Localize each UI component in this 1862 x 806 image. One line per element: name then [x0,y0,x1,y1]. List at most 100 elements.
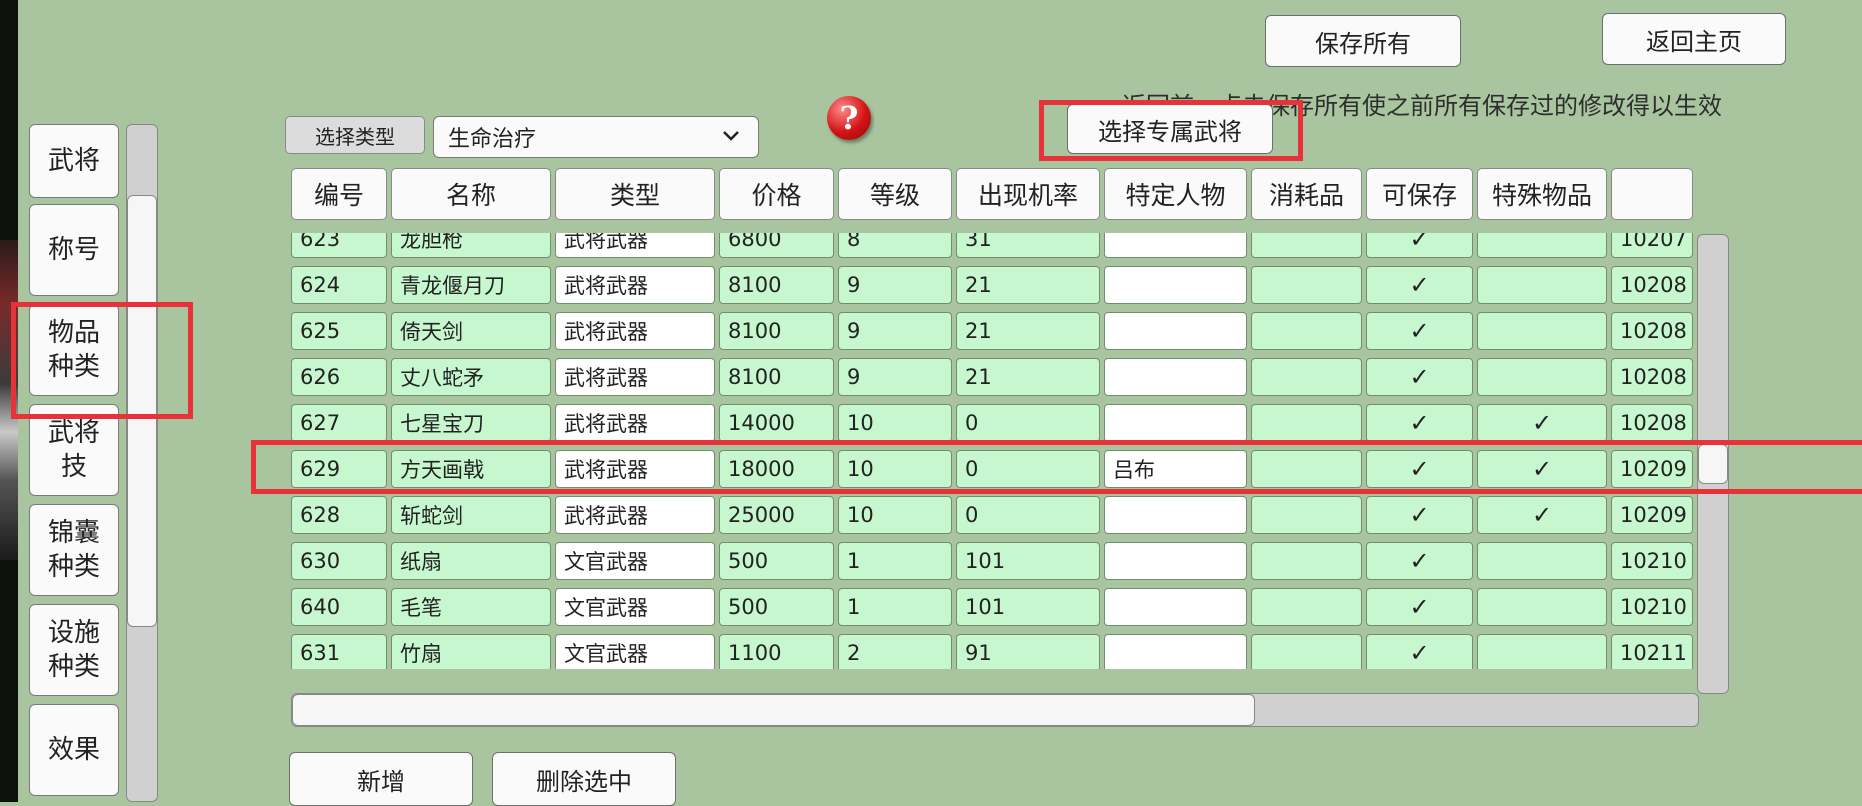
column-header-special[interactable]: 特殊物品 [1477,168,1607,220]
cell-name[interactable]: 龙胆枪 [391,233,551,258]
delete-selected-button[interactable]: 删除选中 [492,752,676,806]
cell-savable[interactable]: ✓ [1366,404,1473,442]
cell-id[interactable]: 627 [291,404,387,442]
column-header-id[interactable]: 编号 [291,168,387,220]
cell-type[interactable]: 文官武器 [555,542,715,580]
cell-consumable[interactable] [1251,233,1362,258]
cell-rate[interactable]: 91 [956,634,1100,669]
cell-rate[interactable]: 101 [956,588,1100,626]
cell-special[interactable] [1477,634,1607,669]
cell-id[interactable]: 630 [291,542,387,580]
cell-type[interactable]: 武将武器 [555,358,715,396]
cell-extra[interactable]: 10208 [1611,358,1693,396]
cell-person[interactable] [1104,233,1247,258]
cell-savable[interactable]: ✓ [1366,588,1473,626]
cell-extra[interactable]: 10208 [1611,312,1693,350]
type-dropdown[interactable]: 生命治疗 [433,116,759,158]
cell-name[interactable]: 丈八蛇矛 [391,358,551,396]
cell-person[interactable] [1104,496,1247,534]
cell-extra[interactable]: 10208 [1611,266,1693,304]
cell-type[interactable]: 武将武器 [555,496,715,534]
cell-id[interactable]: 626 [291,358,387,396]
cell-extra[interactable]: 10209 1 [1611,496,1693,534]
cell-name[interactable]: 毛笔 [391,588,551,626]
cell-id[interactable]: 625 [291,312,387,350]
cell-id[interactable]: 628 [291,496,387,534]
cell-rate[interactable]: 21 [956,358,1100,396]
cell-consumable[interactable] [1251,266,1362,304]
sidebar-item-general[interactable]: 武将 [29,124,119,198]
cell-savable[interactable]: ✓ [1366,266,1473,304]
cell-price[interactable]: 25000 [719,496,834,534]
column-header-rate[interactable]: 出现机率 [956,168,1100,220]
cell-person[interactable] [1104,588,1247,626]
table-horizontal-scroll-thumb[interactable] [292,694,1255,726]
column-header-level[interactable]: 等级 [838,168,952,220]
cell-price[interactable]: 8100 [719,358,834,396]
cell-price[interactable]: 8100 [719,266,834,304]
cell-type[interactable]: 武将武器 [555,266,715,304]
cell-savable[interactable]: ✓ [1366,233,1473,258]
cell-person[interactable] [1104,266,1247,304]
cell-person[interactable] [1104,358,1247,396]
cell-level[interactable]: 9 [838,312,952,350]
cell-consumable[interactable] [1251,312,1362,350]
cell-name[interactable]: 纸扇 [391,542,551,580]
table-row[interactable]: 626 丈八蛇矛 武将武器 8100 9 21 ✓ 10208 [291,354,1693,400]
cell-type[interactable]: 武将武器 [555,312,715,350]
cell-savable[interactable]: ✓ [1366,358,1473,396]
cell-level[interactable]: 8 [838,233,952,258]
select-type-button[interactable]: 选择类型 [285,116,425,154]
cell-extra[interactable]: 10207 [1611,233,1693,258]
cell-id[interactable]: 631 [291,634,387,669]
cell-consumable[interactable] [1251,404,1362,442]
cell-name[interactable]: 青龙偃月刀 [391,266,551,304]
cell-special[interactable] [1477,266,1607,304]
cell-rate[interactable]: 101 [956,542,1100,580]
cell-special[interactable]: ✓ [1477,496,1607,534]
sidebar-item-effect[interactable]: 效果 [29,704,119,796]
cell-name[interactable]: 七星宝刀 [391,404,551,442]
cell-rate[interactable]: 0 [956,496,1100,534]
cell-price[interactable]: 500 [719,542,834,580]
question-icon[interactable]: ? [827,96,871,140]
cell-consumable[interactable] [1251,496,1362,534]
cell-special[interactable] [1477,588,1607,626]
back-home-button[interactable]: 返回主页 [1602,13,1786,65]
sidebar-item-strategy-category[interactable]: 锦囊 种类 [29,504,119,596]
cell-extra[interactable]: 10210 [1611,588,1693,626]
cell-rate[interactable]: 21 [956,266,1100,304]
table-horizontal-scrollbar[interactable] [291,693,1699,727]
cell-consumable[interactable] [1251,358,1362,396]
column-header-person[interactable]: 特定人物 [1104,168,1247,220]
sidebar-item-facility-category[interactable]: 设施 种类 [29,604,119,696]
cell-rate[interactable]: 21 [956,312,1100,350]
add-button[interactable]: 新增 [289,752,473,806]
cell-person[interactable] [1104,312,1247,350]
column-header-type[interactable]: 类型 [555,168,715,220]
cell-special[interactable] [1477,233,1607,258]
cell-special[interactable] [1477,312,1607,350]
cell-type[interactable]: 文官武器 [555,634,715,669]
cell-price[interactable]: 14000 [719,404,834,442]
cell-type[interactable]: 武将武器 [555,404,715,442]
column-header-savable[interactable]: 可保存 [1366,168,1473,220]
column-header-extra[interactable] [1611,168,1693,220]
cell-id[interactable]: 624 [291,266,387,304]
save-all-button[interactable]: 保存所有 [1265,15,1461,67]
cell-type[interactable]: 武将武器 [555,233,715,258]
cell-savable[interactable]: ✓ [1366,312,1473,350]
table-row[interactable]: 630 纸扇 文官武器 500 1 101 ✓ 10210 [291,538,1693,584]
cell-level[interactable]: 10 [838,496,952,534]
cell-person[interactable] [1104,542,1247,580]
cell-price[interactable]: 8100 [719,312,834,350]
cell-consumable[interactable] [1251,542,1362,580]
table-row[interactable]: 628斩蛇剑武将武器25000100✓✓10209 1 [291,492,1693,538]
cell-level[interactable]: 1 [838,542,952,580]
cell-consumable[interactable] [1251,588,1362,626]
cell-savable[interactable]: ✓ [1366,634,1473,669]
cell-consumable[interactable] [1251,634,1362,669]
cell-extra[interactable]: 10208 1 [1611,404,1693,442]
column-header-price[interactable]: 价格 [719,168,834,220]
table-row[interactable]: 631 竹扇 文官武器 1100 2 91 ✓ 10211 [291,630,1693,669]
